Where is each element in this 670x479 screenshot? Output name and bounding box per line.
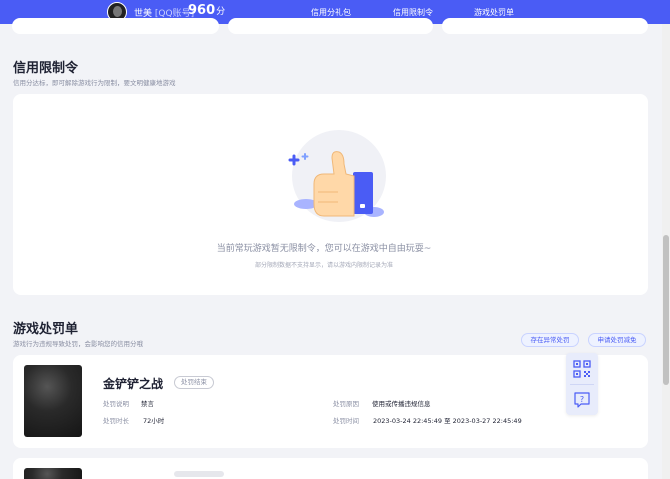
empty-restriction-text: 当前常玩游戏暂无限制令，您可以在游戏中自由玩耍~	[216, 244, 432, 254]
tab-credit-gift[interactable]: 信用分礼包	[311, 7, 351, 23]
help-icon: ?	[574, 391, 590, 408]
game-cover-image	[24, 468, 82, 479]
qrcode-icon	[573, 359, 591, 378]
thumbs-up-illustration-icon	[288, 130, 386, 222]
scrollbar-thumb[interactable]	[663, 235, 669, 385]
penalty-card[interactable]: 金铲铲之战 处罚结束 处罚说明 禁言 处罚时长 72小时 处罚原因 使用或传播违…	[13, 355, 648, 448]
credit-score: 960分	[188, 3, 225, 18]
apply-reduction-button[interactable]: 申请处罚减免	[588, 333, 646, 347]
tab-credit-restriction[interactable]: 信用限制令	[393, 7, 433, 18]
credit-score-value: 960	[188, 3, 216, 18]
penalty-desc: 游戏行为违规导致处罚，会影响您的信用分哦	[13, 340, 143, 348]
floating-tool-panel: ?	[566, 353, 598, 415]
qrcode-button[interactable]	[566, 353, 598, 384]
gift-card-partial	[12, 18, 219, 34]
gift-card-partial	[442, 18, 648, 34]
penalty-time-value: 2023-03-24 22:45:49 至 2023-03-27 22:45:4…	[373, 417, 522, 425]
credit-score-unit: 分	[216, 7, 226, 17]
restriction-card: 当前常玩游戏暂无限制令，您可以在游戏中自由玩耍~ 部分限制数据不支持显示，请以游…	[13, 94, 648, 295]
penalty-desc-value: 禁言	[141, 400, 154, 408]
restriction-title: 信用限制令	[13, 61, 79, 76]
penalty-duration-value: 72小时	[143, 417, 165, 425]
penalty-card-partial[interactable]	[13, 458, 648, 479]
restriction-desc: 信用分达标，即可解除游戏行为限制，要文明健康地游戏	[13, 79, 176, 87]
penalty-title: 游戏处罚单	[13, 322, 79, 337]
tab-game-penalty[interactable]: 游戏处罚单	[474, 7, 514, 18]
abnormal-penalty-button[interactable]: 存在异常处罚	[521, 333, 579, 347]
svg-text:?: ?	[580, 395, 584, 404]
penalty-reason-value: 使用或传播违规信息	[372, 400, 431, 408]
penalty-duration-label: 处罚时长	[103, 417, 129, 425]
status-badge: 处罚结束	[174, 376, 214, 389]
penalty-desc-label: 处罚说明	[103, 400, 129, 408]
penalty-reason-label: 处罚原因	[333, 400, 359, 408]
status-badge	[174, 471, 224, 477]
game-title: 金铲铲之战	[103, 377, 164, 391]
game-cover-image	[24, 365, 82, 437]
gift-card-partial	[228, 18, 433, 34]
penalty-time-label: 处罚时间	[333, 417, 359, 425]
help-button[interactable]: ?	[566, 384, 598, 415]
empty-restriction-subtext: 部分限制数据不支持显示，请以游戏内限制记录为准	[254, 262, 393, 269]
